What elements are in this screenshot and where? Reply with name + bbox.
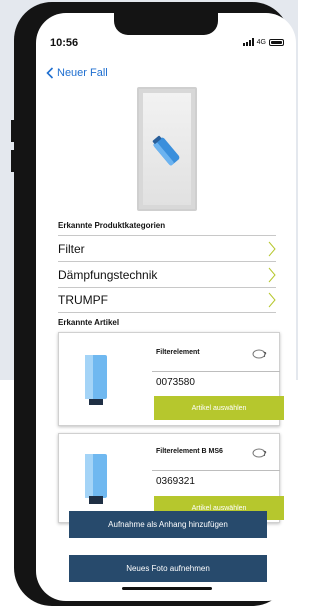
- phone-screen: 10:56 4G Neuer Fall Erkannte Produktkate…: [36, 13, 296, 601]
- article-card: Filterelement B MS6 ? 0369321 Artikel au…: [58, 433, 284, 523]
- status-time: 10:56: [50, 37, 79, 49]
- phone-frame: 10:56 4G Neuer Fall Erkannte Produktkate…: [14, 2, 296, 606]
- take-new-photo-button[interactable]: Neues Foto aufnehmen: [69, 555, 267, 582]
- articles-heading: Erkannte Artikel: [58, 318, 120, 327]
- svg-text:?: ?: [263, 450, 267, 458]
- notch: [114, 13, 218, 35]
- article-name: Filterelement: [156, 349, 200, 356]
- categories-heading: Erkannte Produktkategorien: [58, 221, 166, 230]
- network-type: 4G: [256, 38, 266, 46]
- help-icon[interactable]: ?: [252, 446, 268, 458]
- article-number: 0073580: [156, 377, 195, 388]
- add-as-attachment-button[interactable]: Aufnahme als Anhang hinzufügen: [69, 511, 267, 538]
- battery-icon: [269, 38, 284, 46]
- filter-element-image: [85, 454, 107, 504]
- category-item-filter[interactable]: Filter: [58, 235, 276, 261]
- back-button[interactable]: Neuer Fall: [46, 67, 108, 79]
- filter-element-image: [85, 355, 107, 405]
- filter-cartridge-image: [152, 135, 180, 166]
- category-item-trumpf[interactable]: TRUMPF: [58, 287, 276, 313]
- chevron-right-icon: [268, 241, 276, 256]
- chevron-right-icon: [268, 292, 276, 308]
- category-list: Filter Dämpfungstechnik TRUMPF: [58, 235, 276, 313]
- article-name: Filterelement B MS6: [156, 448, 223, 455]
- article-number: 0369321: [156, 476, 195, 487]
- chevron-left-icon: [46, 67, 54, 79]
- status-indicators: 4G: [242, 38, 284, 46]
- chevron-right-icon: [268, 267, 276, 282]
- help-icon[interactable]: ?: [252, 347, 268, 359]
- home-indicator: [122, 587, 212, 590]
- captured-photo[interactable]: [137, 87, 197, 211]
- signal-icon: [242, 38, 254, 46]
- article-card: Filterelement ? 0073580 Artikel auswähle…: [58, 332, 284, 426]
- svg-text:?: ?: [263, 351, 267, 359]
- select-article-button[interactable]: Artikel auswählen: [154, 396, 284, 420]
- back-label: Neuer Fall: [57, 67, 108, 79]
- category-item-daempfungstechnik[interactable]: Dämpfungstechnik: [58, 261, 276, 287]
